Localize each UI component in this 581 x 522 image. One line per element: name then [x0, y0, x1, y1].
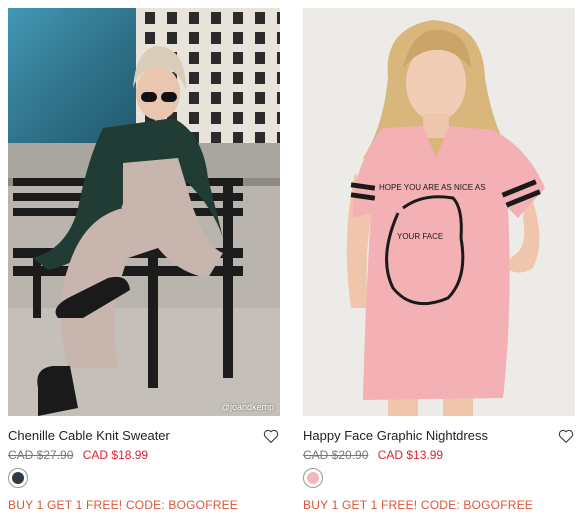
color-swatch[interactable] [8, 468, 28, 488]
product-card-happy-face-nightdress[interactable]: HOPE YOU ARE AS NICE AS YOUR FACE Happy … [303, 8, 575, 512]
heart-icon[interactable] [262, 427, 280, 445]
title-row: Chenille Cable Knit Sweater [8, 427, 280, 445]
shirt-text-line2: YOUR FACE [397, 232, 443, 241]
product-card-chenille-sweater[interactable]: @joandkemp Chenille Cable Knit Sweater C… [8, 8, 280, 512]
sale-price: CAD $13.99 [377, 448, 444, 462]
original-price: CAD $20.90 [303, 448, 369, 462]
photo-credit: @joandkemp [220, 402, 274, 412]
product-title[interactable]: Chenille Cable Knit Sweater [8, 428, 170, 443]
swatch-color-dot [307, 472, 319, 484]
heart-icon[interactable] [557, 427, 575, 445]
product-image-chenille-sweater[interactable]: @joandkemp [8, 8, 280, 416]
product-photo [8, 8, 280, 416]
price-row: CAD $20.90 CAD $13.99 [303, 448, 443, 463]
product-image-happy-face-nightdress[interactable]: HOPE YOU ARE AS NICE AS YOUR FACE [303, 8, 575, 416]
swatch-color-dot [12, 472, 24, 484]
color-swatch[interactable] [303, 468, 323, 488]
product-title[interactable]: Happy Face Graphic Nightdress [303, 428, 488, 443]
title-row: Happy Face Graphic Nightdress [303, 427, 575, 445]
sale-price: CAD $18.99 [82, 448, 149, 462]
original-price: CAD $27.90 [8, 448, 74, 462]
price-row: CAD $27.90 CAD $18.99 [8, 448, 148, 463]
shirt-text-line1: HOPE YOU ARE AS NICE AS [379, 183, 486, 192]
promo-link[interactable]: BUY 1 GET 1 FREE! CODE: BOGOFREE [303, 498, 533, 512]
promo-link[interactable]: BUY 1 GET 1 FREE! CODE: BOGOFREE [8, 498, 238, 512]
product-photo: HOPE YOU ARE AS NICE AS YOUR FACE [303, 8, 575, 416]
